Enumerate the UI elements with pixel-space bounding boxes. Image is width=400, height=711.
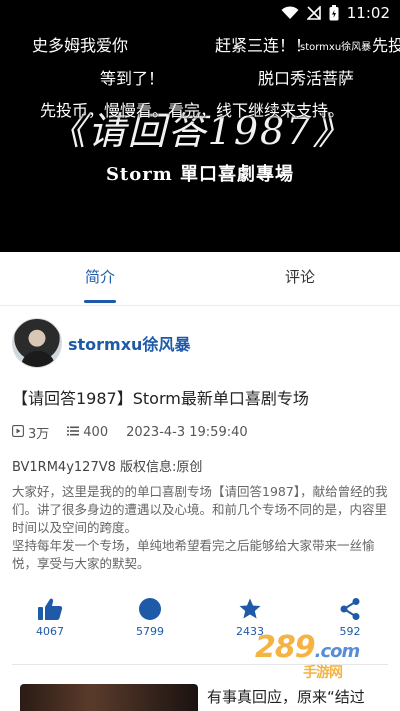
status-bar: 11:02 <box>0 0 400 28</box>
signal-off-icon <box>306 6 321 20</box>
video-description: 大家好，这里是我的的单口喜剧专场【请回答1987】，献给曾经的我们。讲了很多身边… <box>12 484 388 571</box>
status-time: 11:02 <box>346 4 390 22</box>
site-watermark: 289.com 手游网 <box>255 630 361 681</box>
watermark-subtitle: 手游网 <box>303 665 343 681</box>
thumbs-up-icon <box>37 595 63 623</box>
video-title: 【请回答1987】Storm最新单口喜剧专场 <box>12 389 309 408</box>
video-subtitle-overlay: Storm 單口喜劇專場 <box>105 164 295 185</box>
coin-count: 5799 <box>136 625 164 638</box>
watermark-number: 289 <box>255 630 316 665</box>
watermark-domain: .com <box>314 641 361 662</box>
danmaku-comment: stormxu徐风暴 <box>300 42 372 53</box>
danmaku-count: 400 <box>83 425 109 440</box>
danmaku-comment: 先投币，慢慢看。看完，线下继续来支持。 <box>40 101 345 120</box>
tab-comments[interactable]: 评论 <box>200 252 400 305</box>
wifi-icon <box>281 6 299 20</box>
like-count: 4067 <box>36 625 64 638</box>
bvid-copyright: BV1RM4y127V8 版权信息:原创 <box>12 460 203 475</box>
coin-icon <box>138 595 162 623</box>
recommended-video-title[interactable]: 有事真回应，原来“结过 <box>207 686 365 707</box>
publish-date: 2023-4-3 19:59:40 <box>126 425 248 440</box>
star-icon <box>238 595 262 623</box>
danmaku-comment: 脱口秀活菩萨 <box>258 69 355 88</box>
tab-intro[interactable]: 简介 <box>0 252 200 305</box>
recommended-video-thumbnail[interactable] <box>20 684 198 711</box>
danmaku-comment: 先投 <box>372 36 400 55</box>
avatar[interactable] <box>12 318 62 368</box>
danmaku-count-icon <box>67 425 80 441</box>
video-player[interactable]: 11:02 《请回答1987》 Storm 單口喜劇專場 史多姆我爱你 赶紧三连… <box>0 0 400 252</box>
share-icon <box>338 595 362 623</box>
coin-button[interactable]: 5799 <box>100 595 200 638</box>
author-name[interactable]: stormxu徐风暴 <box>68 331 190 355</box>
view-count: 3万 <box>28 427 50 442</box>
danmaku-comment: 史多姆我爱你 <box>32 36 129 55</box>
battery-icon <box>329 5 339 21</box>
author-row[interactable]: stormxu徐风暴 <box>12 318 190 368</box>
play-count-icon <box>12 424 24 441</box>
detail-tabs: 简介 评论 <box>0 252 400 306</box>
video-meta: 3万 400 2023-4-3 19:59:40 <box>12 423 248 442</box>
danmaku-comment: 等到了！ <box>100 69 165 88</box>
like-button[interactable]: 4067 <box>0 595 100 638</box>
danmaku-comment: 赶紧三连！！ <box>215 36 312 55</box>
